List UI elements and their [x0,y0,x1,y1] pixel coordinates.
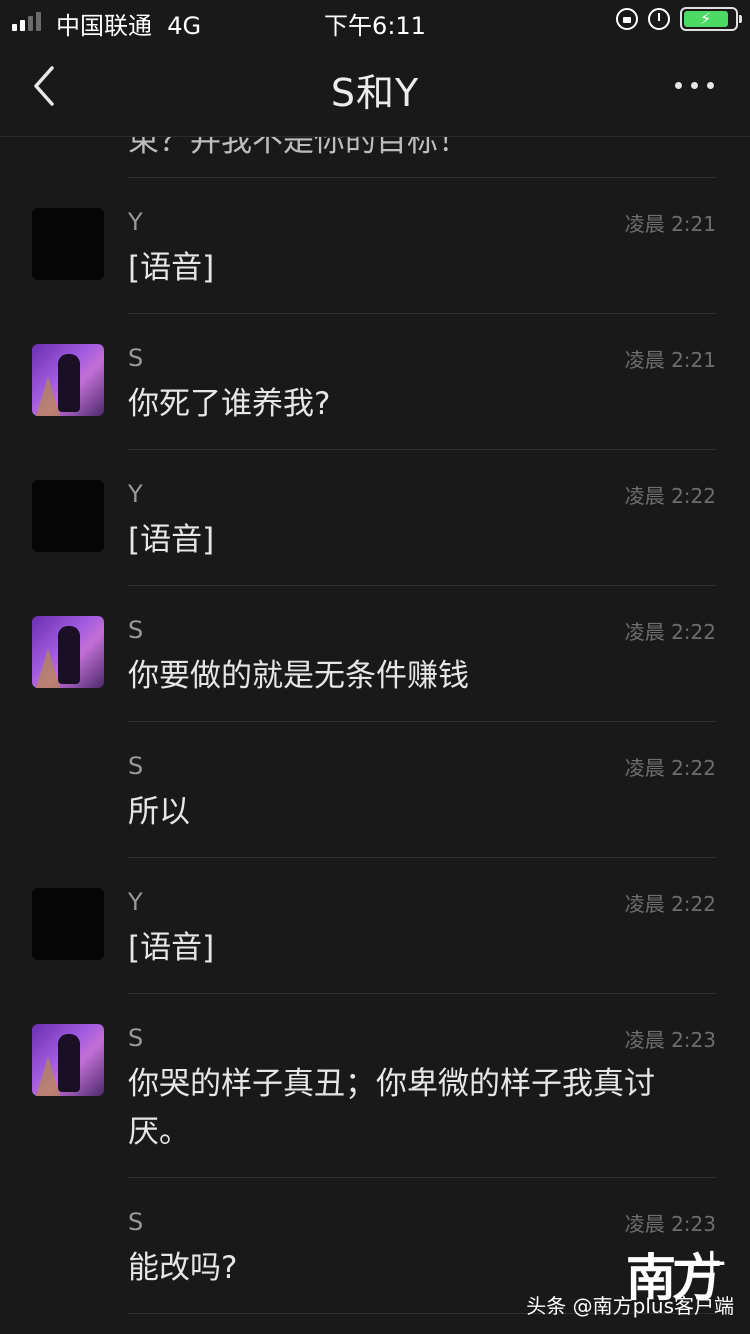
message-time: 凌晨 2:21 [624,348,716,372]
message-text: 你要做的就是无条件赚钱 [128,658,469,694]
chat-history[interactable]: 束？并我不是你的目标！ Y 凌晨 2:21 [语音] S 凌晨 2:21 你死了… [0,137,750,1334]
battery-icon: ⚡ [680,7,742,31]
divider [128,313,716,314]
avatar[interactable] [32,1024,104,1096]
message-text: 所以 [128,794,190,830]
divider [128,177,716,178]
divider [128,449,716,450]
status-bar: 中国联通 4G 下午6:11 ⚡ [0,0,750,40]
watermark-plus: + [695,1240,729,1286]
message-time: 凌晨 2:21 [624,212,716,236]
nav-bar: S和Y [0,40,750,137]
sender-name: Y [128,208,143,236]
avatar[interactable] [32,888,104,960]
avatar[interactable] [32,616,104,688]
message-text: 能改吗? [128,1250,238,1286]
sender-name: S [128,1208,144,1236]
sender-name: Y [128,888,143,916]
avatar[interactable] [32,208,104,280]
sender-name: Y [128,480,143,508]
message-time: 凌晨 2:22 [624,756,716,780]
message-text: [语音] [128,250,215,286]
divider [128,585,716,586]
divider [128,993,716,994]
message-text: [语音] [128,930,215,966]
partial-message-text: 束？并我不是你的目标！ [128,137,469,159]
more-dots-icon[interactable] [675,82,714,89]
sender-name: S [128,752,144,780]
avatar[interactable] [32,344,104,416]
alarm-icon [648,8,670,30]
message-time: 凌晨 2:22 [624,892,716,916]
divider [128,857,716,858]
message-time: 凌晨 2:22 [624,484,716,508]
message-text: [语音] [128,522,215,558]
rotation-lock-icon [616,8,638,30]
sender-name: S [128,1024,144,1052]
message-time: 凌晨 2:23 [624,1212,716,1236]
page-title: S和Y [330,71,420,115]
divider [128,721,716,722]
message-text: 你哭的样子真丑；你卑微的样子我真讨厌。 [128,1066,655,1150]
divider [128,1177,716,1178]
avatar[interactable] [32,480,104,552]
watermark-text: 头条 @南方plus客户端 [526,1294,734,1318]
message-time: 凌晨 2:23 [624,1028,716,1052]
message-time: 凌晨 2:22 [624,620,716,644]
sender-name: S [128,344,144,372]
sender-name: S [128,616,144,644]
message-text: 你死了谁养我? [128,386,331,422]
